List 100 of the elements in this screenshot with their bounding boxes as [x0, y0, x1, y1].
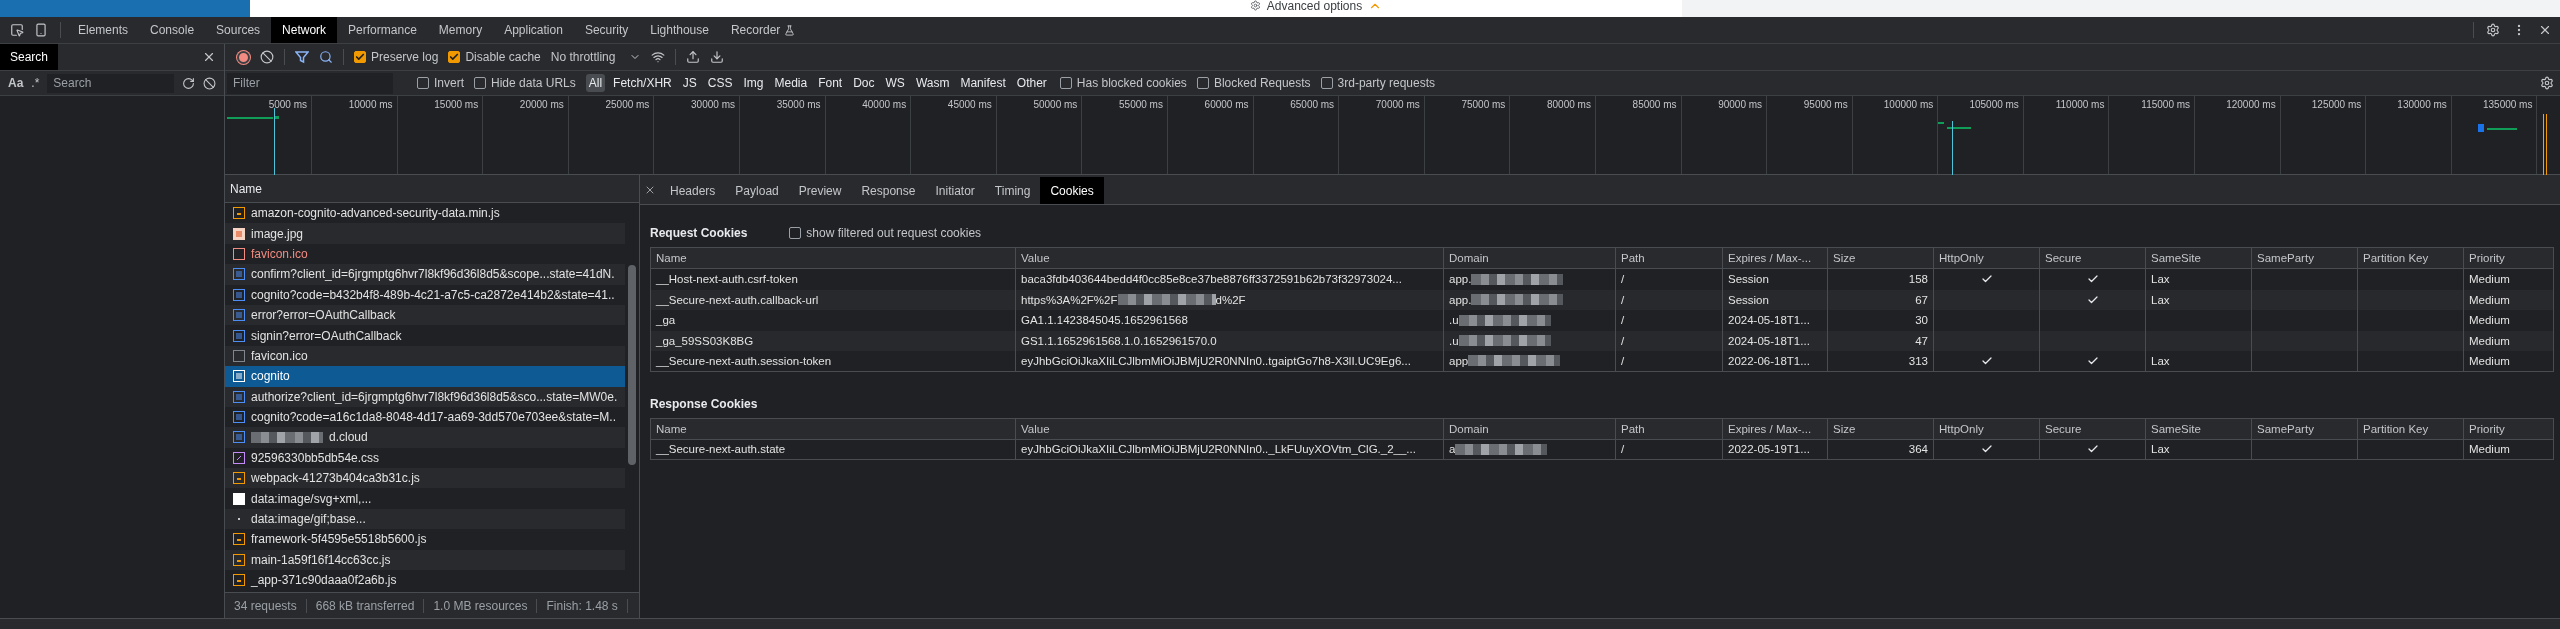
type-filter-button[interactable]: Font [815, 74, 846, 92]
column-header[interactable]: Value [1016, 418, 1444, 440]
checkbox[interactable] [1320, 77, 1333, 89]
column-header[interactable]: SameSite [2146, 248, 2252, 269]
download-icon[interactable] [710, 50, 725, 64]
column-header[interactable]: Domain [1444, 418, 1616, 440]
column-header[interactable]: HttpOnly [1934, 418, 2040, 440]
checkbox[interactable] [1059, 77, 1072, 89]
column-header[interactable]: HttpOnly [1934, 248, 2040, 269]
panel-tab[interactable]: Performance [337, 17, 428, 43]
clear-icon[interactable] [203, 76, 216, 90]
request-row[interactable]: cognito [225, 366, 625, 387]
panel-tab[interactable]: Memory [427, 17, 494, 43]
column-header[interactable]: Domain [1444, 248, 1616, 269]
column-header[interactable]: Name [651, 418, 1016, 440]
column-header[interactable]: Partition Key [2358, 418, 2464, 440]
column-header[interactable]: Expires / Max-... [1723, 418, 1828, 440]
filter-icon[interactable] [295, 50, 309, 64]
type-filter-button[interactable]: JS [679, 74, 700, 92]
request-row[interactable]: favicon.ico [225, 345, 625, 367]
column-header[interactable]: Expires / Max-... [1723, 248, 1828, 269]
column-header[interactable]: Name [230, 181, 262, 196]
column-header[interactable]: Size [1828, 248, 1934, 269]
detail-tab[interactable]: Response [851, 177, 926, 204]
type-filter-button[interactable]: Media [771, 74, 811, 92]
request-row[interactable]: image.jpg [225, 223, 625, 244]
checkbox[interactable] [354, 51, 366, 63]
close-icon[interactable] [202, 50, 216, 64]
column-header[interactable]: Secure [2040, 248, 2146, 269]
type-filter-button[interactable]: Fetch/XHR [610, 74, 675, 92]
column-header[interactable]: Path [1616, 418, 1723, 440]
advanced-options-link[interactable]: Advanced options [1266, 0, 1363, 12]
request-row[interactable]: confirm?client_id=6jrgmptg6hvr7l8kf96d36l8d5&scope...state=41dN. [225, 264, 625, 285]
search-field[interactable]: Search [47, 73, 174, 93]
search-tab[interactable]: Search [0, 44, 59, 70]
type-filter-button[interactable]: All [585, 74, 606, 92]
checkbox[interactable] [417, 77, 429, 89]
request-row[interactable]: main-1a59f16f14cc63cc.js [225, 549, 625, 571]
request-row[interactable]: data:image/gif;base... [225, 508, 625, 530]
checkbox[interactable] [448, 51, 461, 63]
request-row[interactable]: webpack-41273b404ca3b31c.js [225, 468, 625, 489]
panel-tab[interactable]: Security [573, 17, 640, 43]
request-row[interactable]: error?error=OAuthCallback [225, 304, 625, 326]
type-filter-button[interactable]: CSS [704, 74, 736, 92]
filter-field[interactable]: Filter [227, 72, 393, 94]
detail-tab[interactable]: Timing [984, 177, 1041, 204]
regex-toggle[interactable]: .* [31, 76, 40, 90]
record-button[interactable] [237, 50, 250, 64]
detail-tab[interactable]: Cookies [1040, 177, 1104, 204]
type-filter-button[interactable]: Other [1013, 74, 1050, 92]
scrollbar-thumb[interactable] [628, 265, 636, 465]
panel-tab[interactable]: Elements [67, 17, 140, 43]
checkbox-label: 3rd-party requests [1337, 76, 1435, 90]
device-toolbar-icon[interactable] [34, 23, 48, 37]
column-header[interactable]: SameSite [2146, 418, 2252, 440]
network-conditions-icon[interactable] [651, 50, 666, 64]
checkbox[interactable] [789, 227, 802, 239]
detail-tab[interactable]: Initiator [925, 177, 985, 204]
detail-tab[interactable]: Payload [725, 177, 789, 204]
panel-tab[interactable]: Recorder [719, 17, 807, 43]
cookie-value: GA1.1.1423845045.1652961568 [1021, 314, 1188, 327]
settings-icon[interactable] [2540, 76, 2554, 90]
request-row[interactable]: authorize?client_id=6jrgmptg6hvr7l8kf96d36l8d5&sco...state=MW0e. [225, 386, 625, 407]
column-header[interactable]: Partition Key [2358, 248, 2464, 269]
panel-tab[interactable]: Application [493, 17, 574, 43]
column-header[interactable]: Name [651, 248, 1016, 269]
request-row[interactable]: d.cloud [225, 427, 625, 448]
column-header[interactable]: Size [1828, 418, 1934, 440]
upload-icon[interactable] [686, 50, 701, 64]
inspect-icon[interactable] [10, 23, 24, 37]
clear-icon[interactable] [260, 50, 274, 64]
checkbox[interactable] [1196, 77, 1209, 89]
column-header[interactable]: Priority [2464, 418, 2554, 440]
type-filter-button[interactable]: Wasm [912, 74, 953, 92]
panel-tab[interactable]: Sources [205, 17, 272, 43]
close-icon[interactable] [2538, 23, 2552, 37]
column-header[interactable]: Secure [2040, 418, 2146, 440]
type-filter-button[interactable]: Img [740, 74, 767, 92]
type-filter-button[interactable]: Manifest [957, 74, 1009, 92]
panel-tab[interactable]: Lighthouse [639, 17, 720, 43]
search-icon[interactable] [319, 50, 333, 64]
detail-tab[interactable]: Headers [660, 177, 726, 204]
column-header[interactable]: SameParty [2252, 418, 2358, 440]
column-header[interactable]: Value [1016, 248, 1444, 269]
column-header[interactable]: Path [1616, 248, 1723, 269]
settings-icon[interactable] [2486, 23, 2500, 37]
type-filter-button[interactable]: WS [882, 74, 908, 92]
column-header[interactable]: SameParty [2252, 248, 2358, 269]
throttling-dropdown[interactable]: No throttling [550, 50, 642, 64]
panel-tab[interactable]: Network [271, 17, 338, 43]
match-case-toggle[interactable]: Aa [8, 76, 24, 90]
type-filter-button[interactable]: Doc [850, 74, 878, 92]
refresh-icon[interactable] [182, 76, 195, 90]
column-header[interactable]: Priority [2464, 248, 2554, 269]
cookie-domain: app. [1449, 293, 1472, 306]
checkbox-label: Invert [434, 76, 464, 90]
checkbox[interactable] [474, 77, 486, 89]
cookie-size: 364 [1908, 443, 1928, 456]
detail-tab[interactable]: Preview [788, 177, 852, 204]
panel-tab[interactable]: Console [139, 17, 206, 43]
